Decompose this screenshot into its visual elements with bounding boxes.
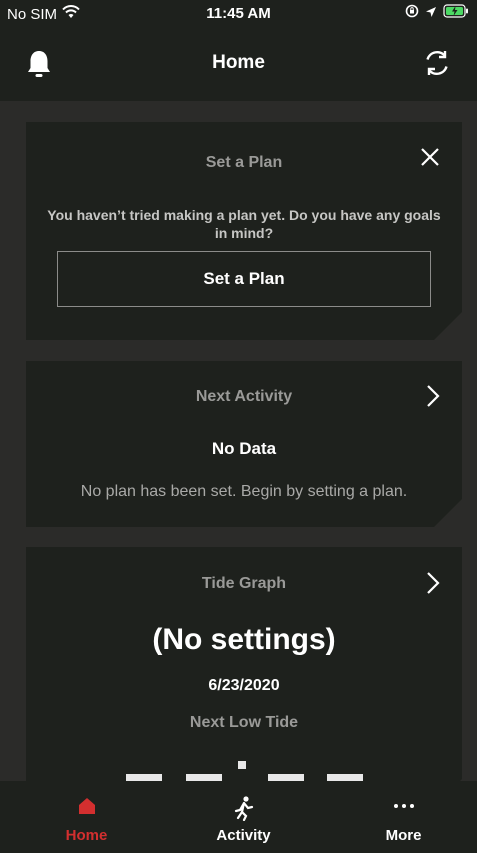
sync-icon[interactable] (421, 47, 453, 84)
tab-home[interactable]: Home (7, 781, 166, 853)
status-bar: No SIM 11:45 AM (0, 0, 477, 28)
home-icon (7, 795, 166, 817)
location-icon (425, 5, 437, 22)
nav-bar: Home (0, 28, 477, 101)
next-activity-card[interactable]: Next Activity No Data No plan has been s… (26, 361, 462, 527)
set-plan-card: Set a Plan You haven’t tried making a pl… (26, 122, 462, 340)
tide-settings-value: (No settings) (152, 623, 336, 656)
orientation-lock-icon (405, 4, 419, 22)
battery-icon (443, 4, 469, 22)
tide-graph-card[interactable]: Tide Graph (No settings) 6/23/2020 Next … (26, 547, 462, 807)
next-activity-status: No Data (211, 439, 277, 458)
status-right (405, 4, 469, 22)
tab-more-label: More (385, 827, 422, 844)
running-icon (164, 795, 323, 821)
chevron-right-icon[interactable] (426, 571, 440, 600)
plan-prompt-text: You haven’t tried making a plan yet. Do … (47, 207, 441, 241)
chevron-right-icon[interactable] (426, 384, 440, 413)
tab-more[interactable]: More (324, 781, 477, 853)
tab-activity[interactable]: Activity (164, 781, 323, 853)
next-low-tide-label: Next Low Tide (189, 714, 299, 731)
tab-activity-label: Activity (216, 827, 271, 844)
page-title: Home (212, 52, 265, 73)
next-activity-card-title: Next Activity (195, 388, 293, 405)
tide-graph-card-title: Tide Graph (201, 575, 287, 592)
set-plan-button[interactable]: Set a Plan (57, 251, 431, 307)
close-icon[interactable] (420, 147, 440, 172)
tab-home-label: Home (65, 827, 108, 844)
more-icon (324, 795, 477, 817)
next-activity-message: No plan has been set. Begin by setting a… (80, 483, 408, 500)
tide-date: 6/23/2020 (208, 677, 280, 694)
tab-bar: Home Activity More (0, 781, 477, 853)
set-plan-card-title: Set a Plan (205, 154, 283, 171)
